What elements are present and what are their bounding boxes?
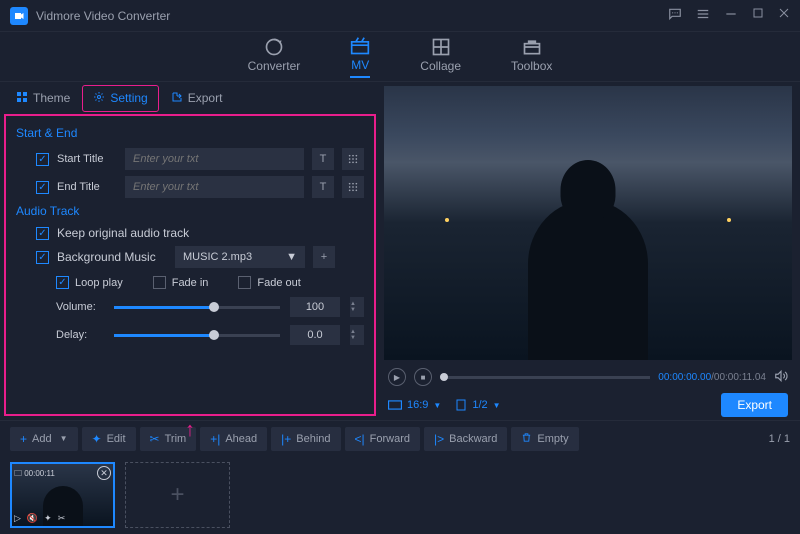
remove-clip-icon[interactable]: ✕ [97,466,111,480]
end-title-label: End Title [57,181,117,193]
forward-button[interactable]: <|Forward [345,427,420,451]
play-button[interactable]: ▶ [388,368,406,386]
settings-panel: Start & End ✓ Start Title T ✓ End Title … [4,114,376,416]
start-title-input[interactable] [125,148,304,170]
gear-icon [93,91,105,106]
thumbnail-strip: 00:00:11✕ ▷ 🔇 ✦ ✂ + [0,456,800,534]
add-music-button[interactable]: + [313,246,335,268]
nav-converter[interactable]: Converter [248,37,301,77]
audio-track-header: Audio Track [16,204,364,218]
wand-icon: ✦ [92,432,102,446]
nav-toolbox[interactable]: Toolbox [511,37,552,77]
backward-icon: |> [434,432,444,446]
forward-icon: <| [355,432,365,446]
start-title-checkbox[interactable]: ✓ [36,153,49,166]
delay-slider[interactable] [114,334,280,337]
ahead-icon: +| [210,432,220,446]
thumb-trim-icon[interactable]: ✂ [58,513,66,524]
chevron-down-icon: ▼ [433,401,441,410]
tab-theme[interactable]: Theme [6,86,80,111]
bg-music-checkbox[interactable]: ✓ [36,251,49,264]
edit-button[interactable]: ✦Edit [82,427,136,451]
export-icon [171,91,183,106]
backward-button[interactable]: |>Backward [424,427,507,451]
nav-collage[interactable]: Collage [420,37,461,77]
start-title-grid-button[interactable] [342,148,364,170]
minimize-icon[interactable] [724,7,738,24]
clip-toolbar: +Add▼ ✦Edit ✂Trim +|Ahead |+Behind <|For… [0,420,800,456]
export-button[interactable]: Export [721,393,788,417]
volume-spinner[interactable]: ▲▼ [350,297,364,317]
start-end-header: Start & End [16,126,364,140]
end-title-grid-button[interactable] [342,176,364,198]
tab-setting[interactable]: Setting [82,85,158,112]
toolbox-icon [522,37,542,57]
feedback-icon[interactable] [668,7,682,24]
mv-icon [350,36,370,56]
ahead-button[interactable]: +|Ahead [200,427,267,451]
chevron-down-icon: ▼ [493,401,501,410]
add-button[interactable]: +Add▼ [10,427,78,451]
collage-icon [431,37,451,57]
bg-music-select[interactable]: MUSIC 2.mp3 ▼ [175,246,305,268]
titlebar: Vidmore Video Converter [0,0,800,32]
end-title-checkbox[interactable]: ✓ [36,181,49,194]
converter-icon [264,37,284,57]
fadeout-checkbox[interactable]: ✓ [238,276,251,289]
maximize-icon[interactable] [752,7,764,24]
empty-button[interactable]: Empty [511,427,578,451]
app-logo [10,7,28,25]
chevron-down-icon: ▼ [60,434,68,443]
start-title-font-button[interactable]: T [312,148,334,170]
bg-music-label: Background Music [57,250,167,264]
trash-icon [521,432,532,446]
time-display: 00:00:00.00/00:00:11.04 [658,372,766,383]
pager: 1 / 1 [769,433,790,445]
aspect-ratio-select[interactable]: 16:9 ▼ [388,399,441,411]
tab-export[interactable]: Export [161,86,233,111]
nav-mv[interactable]: MV [350,36,370,78]
close-icon[interactable] [778,7,790,24]
annotation-arrow: ↑ [185,419,195,442]
thumb-edit-icon[interactable]: ✦ [44,513,52,524]
volume-label: Volume: [56,301,104,313]
subtabs: Theme Setting Export [0,82,380,114]
scissors-icon: ✂ [150,432,160,446]
plus-icon: + [20,432,27,446]
top-nav: Converter MV Collage Toolbox [0,32,800,82]
volume-icon[interactable] [774,369,788,386]
volume-value[interactable]: 100 [290,297,340,317]
video-preview[interactable] [384,86,792,360]
keep-original-label: Keep original audio track [57,226,189,240]
progress-bar[interactable] [440,376,650,379]
loop-checkbox[interactable]: ✓ [56,276,69,289]
thumb-mute-icon[interactable]: 🔇 [27,513,38,524]
delay-spinner[interactable]: ▲▼ [350,325,364,345]
menu-icon[interactable] [696,7,710,24]
player-controls: ▶ ■ 00:00:00.00/00:00:11.04 [384,364,792,390]
stop-button[interactable]: ■ [414,368,432,386]
theme-icon [16,91,28,106]
chevron-down-icon: ▼ [286,251,297,263]
app-title: Vidmore Video Converter [36,9,170,23]
delay-label: Delay: [56,329,104,341]
add-clip-placeholder[interactable]: + [125,462,230,528]
thumb-play-icon[interactable]: ▷ [14,513,21,524]
delay-value[interactable]: 0.0 [290,325,340,345]
end-title-font-button[interactable]: T [312,176,334,198]
fadein-checkbox[interactable]: ✓ [153,276,166,289]
end-title-input[interactable] [125,176,304,198]
page-select[interactable]: 1/2 ▼ [455,399,500,411]
start-title-label: Start Title [57,153,117,165]
volume-slider[interactable] [114,306,280,309]
keep-original-checkbox[interactable]: ✓ [36,227,49,240]
clip-thumbnail[interactable]: 00:00:11✕ ▷ 🔇 ✦ ✂ [10,462,115,528]
behind-icon: |+ [281,432,291,446]
behind-button[interactable]: |+Behind [271,427,340,451]
